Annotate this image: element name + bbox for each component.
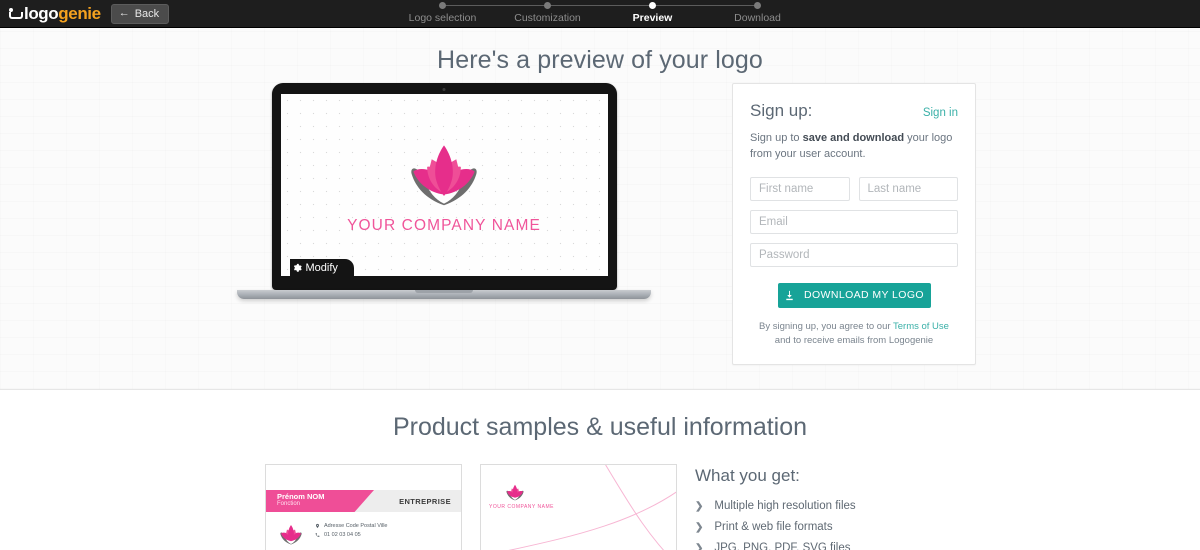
logogenie-mark-icon [8,7,23,20]
business-card-body: Adresse Code Postal Ville 01 02 03 04 05 [266,521,461,547]
modify-button-label: Modify [305,261,338,274]
phone-icon [315,533,320,537]
list-item: ❯ JPG, PNG, PDF, SVG files [695,542,935,550]
last-name-input[interactable] [858,176,958,201]
business-card-name: Prénom NOM [277,492,325,501]
business-card-phone-line: 01 02 03 04 05 [315,532,388,538]
laptop-base [237,290,651,299]
password-field-row [750,242,958,267]
what-you-get-block: What you get: ❯ Multiple high resolution… [695,464,935,550]
signup-card: Sign up: Sign in Sign up to save and dow… [732,83,976,366]
section-title: Product samples & useful information [392,413,808,441]
laptop-lid: YOUR COMPANY NAME Modify [271,83,617,290]
brand-word-genie: genie [58,4,101,23]
arrow-left-icon: ← [118,7,130,19]
step-label: Download [734,12,781,24]
letterhead-sample[interactable]: YOUR COMPANY NAME [480,464,677,550]
map-pin-icon [316,523,319,529]
business-card-banner: Prénom NOM Fonction ENTREPRISE [266,490,461,512]
business-card-sample[interactable]: Prénom NOM Fonction ENTREPRISE Adresse C… [265,464,462,550]
first-name-input[interactable] [750,176,850,201]
email-field-row [750,209,958,234]
step-dot-icon [439,2,446,9]
business-card-company: ENTREPRISE [399,496,451,506]
brand-logo[interactable]: logogenie [0,5,101,22]
business-card-phone: 01 02 03 04 05 [324,532,361,538]
chevron-right-icon: ❯ [695,521,704,533]
terms-notice: By signing up, you agree to our Terms of… [750,320,958,349]
back-button[interactable]: ← Back [110,3,170,24]
hero-row: YOUR COMPANY NAME Modify Sign up: Sign i… [0,83,1200,366]
brand-word-logo: logo [24,4,59,23]
business-card-address-line: Adresse Code Postal Ville [315,523,388,529]
password-input[interactable] [750,242,958,267]
step-dot-icon [754,2,761,9]
step-label: Logo selection [408,12,477,24]
page-title: Here's a preview of your logo [437,46,763,74]
modify-button[interactable]: Modify [289,259,354,276]
step-label: Preview [632,12,673,24]
download-button-label: DOWNLOAD MY LOGO [804,289,924,302]
step-label: Customization [514,12,581,24]
signup-title: Sign up: [750,101,813,120]
lotus-in-hands-icon [506,484,524,501]
list-item-label: JPG, PNG, PDF, SVG files [714,542,851,550]
progress-stepper: Logo selection Customization Preview Dow… [390,0,810,28]
what-you-get-title: What you get: [695,466,800,485]
top-bar: logogenie ← Back Logo selection Customiz… [0,0,1200,28]
logo-company-name: YOUR COMPANY NAME [347,216,541,234]
signup-subtitle: Sign up to save and download your logo f… [750,131,958,163]
business-card-name-block: Prénom NOM Fonction [266,490,374,512]
brand-wordmark: logogenie [24,5,101,22]
samples-row: Prénom NOM Fonction ENTREPRISE Adresse C… [0,464,1200,550]
terms-post: and to receive emails from Logogenie [774,335,934,347]
email-input[interactable] [750,209,958,234]
business-card-role: Fonction [277,501,301,508]
logo-preview-canvas[interactable]: YOUR COMPANY NAME Modify [280,94,608,276]
list-item: ❯ Multiple high resolution files [695,500,935,512]
chevron-right-icon: ❯ [695,542,704,550]
download-my-logo-button[interactable]: DOWNLOAD MY LOGO [777,282,931,308]
sign-in-link[interactable]: Sign in [923,107,958,119]
back-button-label: Back [134,7,160,20]
letterhead-company-name: YOUR COMPANY NAME [489,504,554,510]
product-samples-section: Product samples & useful information Pré… [0,390,1200,550]
lotus-in-hands-icon [411,144,477,205]
business-card-contact-lines: Adresse Code Postal Ville 01 02 03 04 05 [315,521,388,547]
laptop-mockup: YOUR COMPANY NAME Modify [224,83,664,299]
signup-header: Sign up: Sign in [750,101,958,121]
step-download[interactable]: Download [652,2,810,24]
lotus-in-hands-icon [280,525,302,545]
terms-pre: By signing up, you agree to our [759,320,893,332]
step-dot-icon [544,2,551,9]
signup-subtitle-pre: Sign up to [750,132,803,144]
what-you-get-list: ❯ Multiple high resolution files ❯ Print… [695,500,935,550]
preview-section: Here's a preview of your logo YOUR COMPA… [0,28,1200,390]
business-card-address: Adresse Code Postal Ville [324,523,388,529]
step-dot-icon [649,2,656,9]
list-item-label: Print & web file formats [714,521,833,533]
list-item-label: Multiple high resolution files [714,500,856,512]
webcam-icon [442,88,446,91]
name-field-row [750,176,958,201]
gear-icon [293,263,302,272]
terms-of-use-link[interactable]: Terms of Use [893,321,949,332]
download-icon [786,290,793,300]
chevron-right-icon: ❯ [695,500,704,512]
signup-subtitle-strong: save and download [802,132,905,144]
list-item: ❯ Print & web file formats [695,521,935,533]
